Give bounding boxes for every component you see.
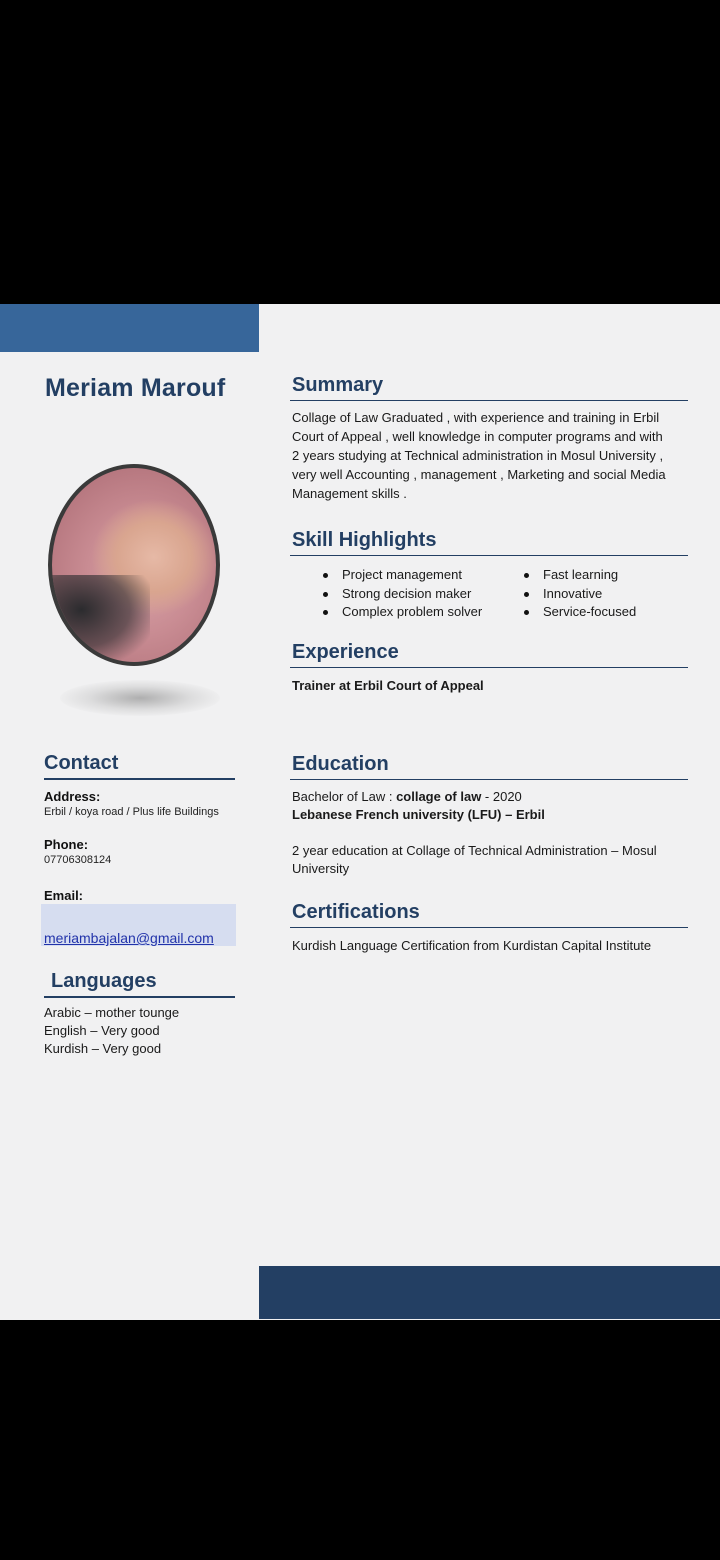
- language-item: Arabic – mother tounge: [44, 1005, 180, 1020]
- degree-prefix: Bachelor of Law :: [292, 789, 397, 804]
- summary-line: Collage of Law Graduated , with experien…: [292, 410, 660, 425]
- top-accent-bar: [0, 304, 259, 352]
- education-degree: Bachelor of Law : collage of law - 2020: [292, 788, 545, 806]
- profile-photo-frame: [48, 464, 220, 666]
- summary-line: very well Accounting , management , Mark…: [292, 467, 666, 482]
- experience-rule: [290, 667, 688, 668]
- education-heading: Education: [292, 753, 389, 775]
- degree-year: - 2020: [481, 789, 522, 804]
- skill-item: Service-focused: [521, 603, 636, 622]
- degree-college: collage of law: [396, 789, 482, 804]
- skill-item: Strong decision maker: [320, 585, 482, 604]
- candidate-name: Meriam Marouf: [45, 374, 226, 402]
- summary-rule: [290, 400, 688, 401]
- phone-label: Phone:: [44, 837, 89, 852]
- education-line: 2 year education at Collage of Technical…: [292, 843, 657, 858]
- experience-item: Trainer at Erbil Court of Appeal: [292, 678, 484, 693]
- languages-heading: Languages: [51, 970, 157, 992]
- certifications-rule: [290, 927, 688, 928]
- photo-shading: [52, 574, 151, 662]
- photo-shadow: [60, 680, 220, 716]
- skill-item: Complex problem solver: [320, 603, 482, 622]
- education-block-2: 2 year education at Collage of Technical…: [292, 842, 657, 878]
- summary-heading: Summary: [292, 374, 384, 396]
- education-line: University: [292, 861, 350, 876]
- certifications-heading: Certifications: [292, 901, 420, 923]
- skill-item: Project management: [320, 566, 482, 585]
- bottom-accent-bar: [259, 1266, 720, 1319]
- summary-line: 2 years studying at Technical administra…: [292, 448, 664, 463]
- languages-list: Arabic – mother tounge English – Very go…: [44, 1004, 179, 1058]
- language-item: English – Very good: [44, 1023, 160, 1038]
- education-university: Lebanese French university (LFU) – Erbil: [292, 807, 545, 822]
- profile-photo: [48, 464, 220, 666]
- skills-column-2: Fast learning Innovative Service-focused: [521, 566, 636, 622]
- education-block: Bachelor of Law : collage of law - 2020 …: [292, 788, 545, 824]
- email-label: Email:: [44, 888, 84, 903]
- education-rule: [290, 779, 688, 780]
- skills-column-1: Project management Strong decision maker…: [320, 566, 482, 622]
- summary-line: Management skills .: [292, 486, 407, 501]
- summary-text: Collage of Law Graduated , with experien…: [292, 408, 666, 503]
- languages-rule: [44, 996, 235, 998]
- experience-heading: Experience: [292, 641, 399, 663]
- certification-item: Kurdish Language Certification from Kurd…: [292, 938, 652, 953]
- email-link[interactable]: meriambajalan@gmail.com: [44, 928, 230, 948]
- contact-rule: [44, 778, 235, 780]
- skills-heading: Skill Highlights: [292, 529, 437, 551]
- resume-page: Meriam Marouf Contact Address: Erbil / k…: [0, 304, 720, 1320]
- phone-value: 07706308124: [44, 854, 112, 866]
- summary-line: Court of Appeal , well knowledge in comp…: [292, 429, 663, 444]
- skill-item: Fast learning: [521, 566, 636, 585]
- language-item: Kurdish – Very good: [44, 1041, 162, 1056]
- skill-item: Innovative: [521, 585, 636, 604]
- contact-heading: Contact: [44, 752, 119, 774]
- address-label: Address:: [44, 789, 101, 804]
- skills-rule: [290, 555, 688, 556]
- address-value: Erbil / koya road / Plus life Buildings: [44, 806, 219, 818]
